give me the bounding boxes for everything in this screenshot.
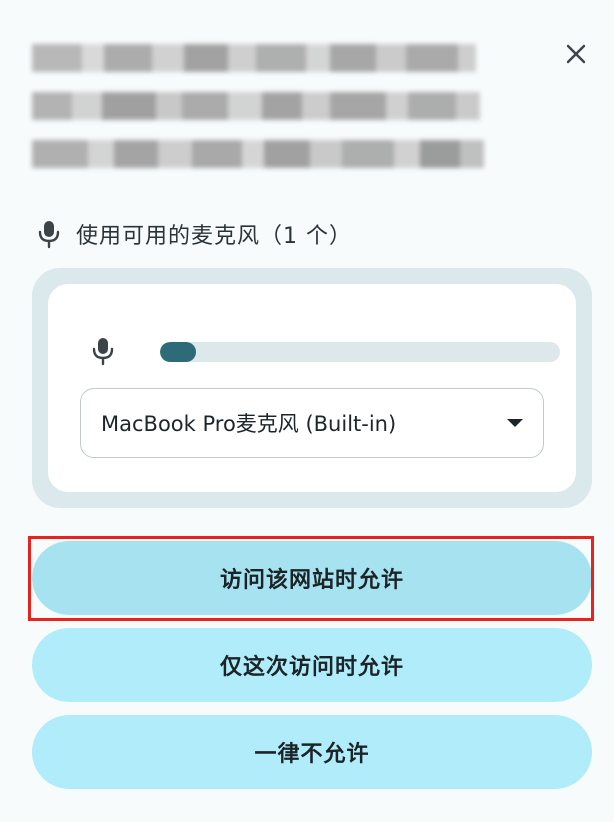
microphone-icon	[38, 221, 60, 249]
close-icon	[566, 44, 586, 64]
available-microphones-label: 使用可用的麦克风（1 个）	[76, 224, 352, 249]
microphone-panel-inner: MacBook Pro麦克风 (Built-in)	[48, 284, 576, 492]
input-level-meter	[160, 342, 560, 362]
close-button[interactable]	[560, 38, 592, 70]
never-allow-button[interactable]: 一律不允许	[32, 715, 592, 789]
redacted-line-1	[32, 44, 476, 72]
microphone-icon	[92, 338, 114, 366]
available-microphones-row: 使用可用的麦克风（1 个）	[36, 214, 352, 254]
selected-device-label: MacBook Pro麦克风 (Built-in)	[101, 412, 397, 436]
microphone-device-select[interactable]: MacBook Pro麦克风 (Built-in)	[80, 388, 544, 458]
allow-this-time-button[interactable]: 仅这次访问时允许	[32, 628, 592, 702]
redacted-line-3	[32, 140, 484, 168]
input-level-row	[86, 332, 560, 372]
chevron-down-icon	[507, 419, 523, 427]
microphone-panel: MacBook Pro麦克风 (Built-in)	[32, 268, 592, 508]
input-level-fill	[160, 342, 196, 362]
allow-while-visiting-button[interactable]: 访问该网站时允许	[32, 541, 592, 615]
redacted-line-2	[32, 92, 480, 120]
site-origin-text-redacted	[32, 36, 512, 176]
